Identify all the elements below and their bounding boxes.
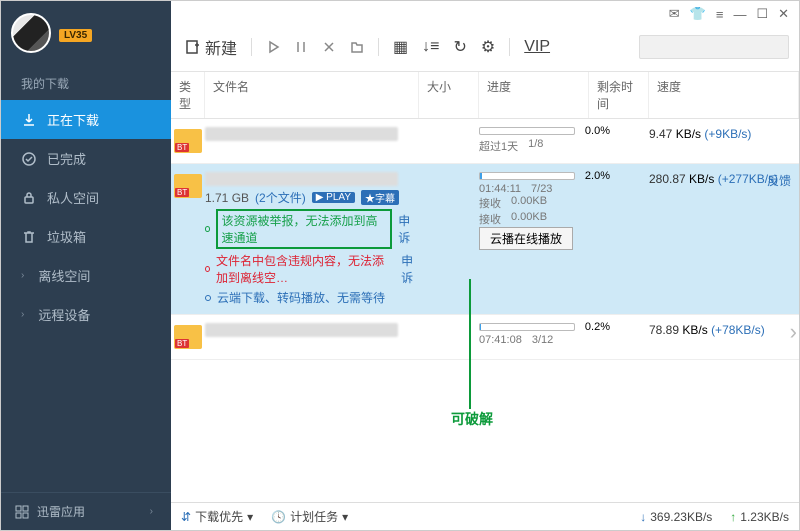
open-folder-button[interactable] [346, 36, 368, 58]
new-button[interactable]: 新建 [181, 31, 241, 63]
search-box[interactable]: 🔍 [639, 35, 789, 59]
settings-button[interactable]: ⚙ [477, 33, 499, 61]
scheduled-tasks[interactable]: 🕓计划任务▾ [271, 508, 348, 525]
col-name[interactable]: 文件名 [205, 72, 419, 118]
progress-bar: 0.0% [479, 127, 575, 135]
start-button[interactable] [262, 36, 284, 58]
mail-icon[interactable]: ✉ [669, 6, 680, 22]
menu-icon[interactable]: ≡ [716, 7, 724, 22]
sidebar-item-offline[interactable]: › 离线空间 [1, 256, 171, 295]
delete-button[interactable] [318, 36, 340, 58]
cloud-info[interactable]: 云端下载、转码播放、无需等待 [217, 289, 385, 306]
vip-link[interactable]: VIP [520, 34, 554, 60]
files-link[interactable]: (2个文件) [255, 189, 306, 206]
error-message: 文件名中包含违规内容，无法添加到离线空… [216, 252, 395, 286]
chevron-right-icon: › [21, 270, 24, 281]
close-button[interactable]: ✕ [778, 6, 789, 22]
chevron-right-icon: › [150, 506, 153, 517]
download-speed[interactable]: ↓369.23KB/s [640, 510, 712, 524]
filename-blurred [205, 323, 398, 337]
bt-folder-icon [174, 325, 202, 349]
nav-title: 我的下载 [1, 65, 171, 100]
nav: 我的下载 正在下载 已完成 私人空间 垃圾箱 › 离线空间 › [1, 65, 171, 492]
check-icon [21, 151, 37, 167]
nav-label: 已完成 [47, 149, 86, 168]
progress-bar: 2.0% [479, 172, 575, 180]
col-progress[interactable]: 进度 [479, 72, 589, 118]
nav-label: 远程设备 [38, 305, 90, 324]
appeal-link[interactable]: 申诉 [398, 212, 419, 246]
nav-label: 垃圾箱 [47, 227, 86, 246]
nav-label: 私人空间 [47, 188, 99, 207]
subtitle-badge[interactable]: ★字幕 [361, 190, 399, 205]
footer-label: 迅雷应用 [37, 503, 85, 520]
progress-bar: 0.2% [479, 323, 575, 331]
col-type[interactable]: 类型 [171, 72, 205, 118]
grid-view-button[interactable]: ▦ [389, 33, 412, 61]
expand-panel-button[interactable]: › [790, 319, 797, 345]
download-icon [21, 112, 37, 128]
status-dot [205, 266, 210, 272]
skin-icon[interactable]: 👕 [690, 6, 706, 22]
sidebar-footer[interactable]: 迅雷应用 › [1, 492, 171, 530]
sidebar-item-trash[interactable]: 垃圾箱 [1, 217, 171, 256]
cloud-play-button[interactable]: 云播在线播放 [479, 227, 573, 250]
annotation-line [469, 279, 471, 409]
trash-icon [21, 229, 37, 245]
toolbar: 新建 ▦ ↓≡ ↻ ⚙ VIP 🔍 [171, 27, 799, 72]
minimize-button[interactable]: — [733, 7, 746, 22]
level-badge: LV35 [59, 29, 92, 42]
annotated-message: 该资源被举报，无法添加到高速通道 [216, 209, 392, 249]
filename-blurred [205, 127, 398, 141]
col-speed[interactable]: 速度 [649, 72, 799, 118]
pause-button[interactable] [290, 36, 312, 58]
play-badge[interactable]: ▶ PLAY [312, 192, 355, 203]
nav-label: 离线空间 [38, 266, 90, 285]
sidebar-item-remote[interactable]: › 远程设备 [1, 295, 171, 334]
download-row[interactable]: 0.0% 超过1天1/8 9.47 KB/s (+9KB/s) [171, 119, 799, 164]
apps-icon [15, 505, 29, 519]
profile: LV35 [1, 1, 171, 65]
sort-button[interactable]: ↓≡ [418, 34, 443, 60]
search-input[interactable] [646, 40, 800, 54]
chevron-right-icon: › [21, 309, 24, 320]
bt-folder-icon [174, 174, 202, 198]
maximize-button[interactable]: ☐ [756, 6, 768, 22]
status-dot [205, 295, 211, 301]
upload-speed[interactable]: ↑1.23KB/s [730, 510, 789, 524]
avatar[interactable] [11, 13, 51, 53]
titlebar: ✉ 👕 ≡ — ☐ ✕ [171, 1, 799, 27]
sidebar: LV35 我的下载 正在下载 已完成 私人空间 垃圾箱 › [1, 1, 171, 530]
download-row[interactable]: 0.2% 07:41:083/12 78.89 KB/s (+78KB/s) [171, 315, 799, 360]
lock-icon [21, 190, 37, 206]
download-row-selected[interactable]: 1.71 GB (2个文件) ▶ PLAY ★字幕 该资源被举报，无法添加到高速… [171, 164, 799, 315]
sidebar-item-downloading[interactable]: 正在下载 [1, 100, 171, 139]
col-remain[interactable]: 剩余时间 [589, 72, 649, 118]
download-list: 0.0% 超过1天1/8 9.47 KB/s (+9KB/s) 1.71 GB [171, 119, 799, 502]
warning-message: 该资源被举报，无法添加到高速通道 [221, 212, 387, 246]
feedback-link[interactable]: 反馈 [767, 172, 791, 189]
appeal-link[interactable]: 申诉 [401, 252, 419, 286]
col-size[interactable]: 大小 [419, 72, 479, 118]
statusbar: ⇵下载优先▾ 🕓计划任务▾ ↓369.23KB/s ↑1.23KB/s [171, 502, 799, 530]
annotation-text: 可破解 [451, 409, 493, 429]
bt-folder-icon [174, 129, 202, 153]
status-dot [205, 226, 210, 232]
filename-blurred [205, 172, 398, 186]
sidebar-item-private[interactable]: 私人空间 [1, 178, 171, 217]
refresh-button[interactable]: ↻ [449, 33, 470, 61]
download-priority-toggle[interactable]: ⇵下载优先▾ [181, 508, 253, 525]
column-headers: 类型 文件名 大小 进度 剩余时间 速度 [171, 72, 799, 119]
nav-label: 正在下载 [47, 110, 99, 129]
sidebar-item-completed[interactable]: 已完成 [1, 139, 171, 178]
main: ✉ 👕 ≡ — ☐ ✕ 新建 ▦ ↓≡ ↻ ⚙ VIP [171, 1, 799, 530]
